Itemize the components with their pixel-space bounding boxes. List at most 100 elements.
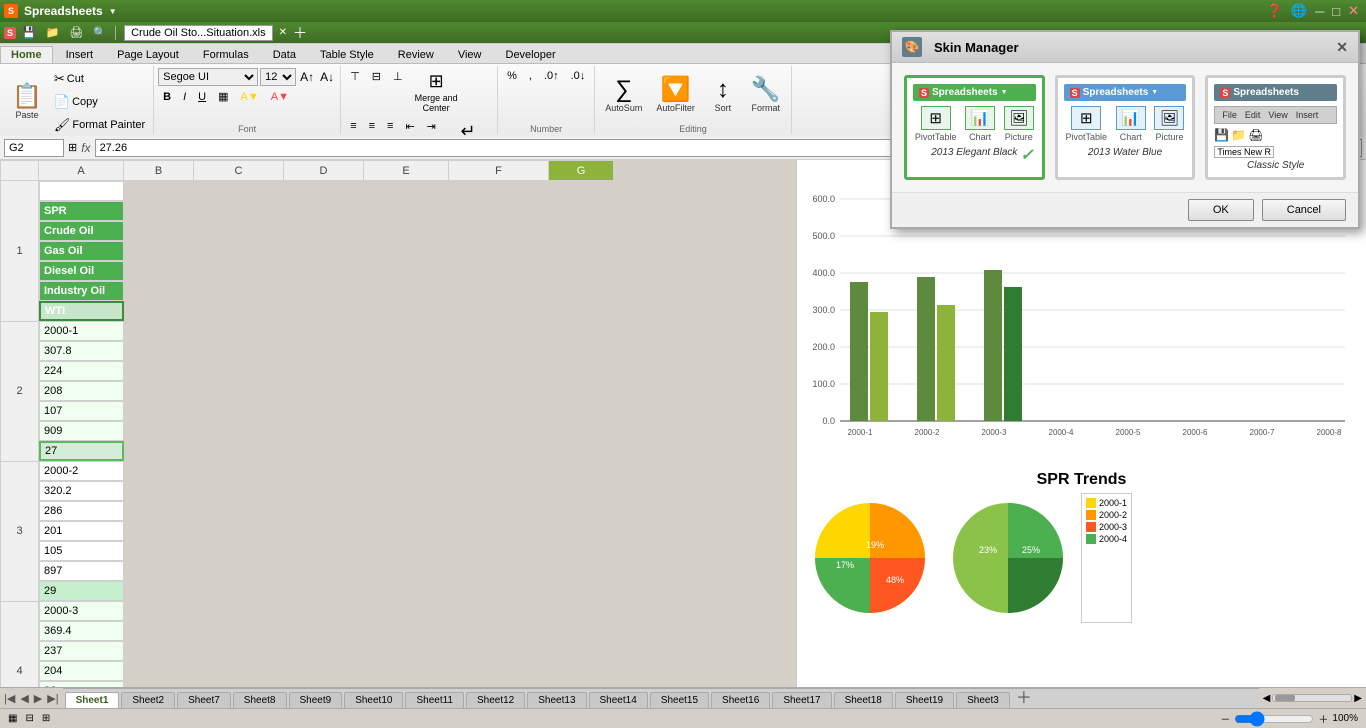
border-button[interactable]: ▦ — [213, 88, 233, 105]
tab-nav-next[interactable]: ▶ — [32, 692, 44, 705]
font-shrink-btn[interactable]: A↓ — [318, 69, 336, 85]
sheet-tab-11[interactable]: Sheet11 — [405, 692, 464, 708]
font-size-select[interactable]: 12 — [260, 68, 296, 86]
cell-4-2[interactable]: 237 — [39, 641, 124, 661]
format-painter-button[interactable]: 🖌 Format Painter — [50, 114, 149, 136]
tab-developer[interactable]: Developer — [495, 46, 567, 63]
cell-3-4[interactable]: 105 — [39, 541, 124, 561]
ok-button[interactable]: OK — [1188, 199, 1254, 221]
cell-4-1[interactable]: 369.4 — [39, 621, 124, 641]
sheet-tab-15[interactable]: Sheet15 — [650, 692, 709, 708]
tab-page-layout[interactable]: Page Layout — [106, 46, 190, 63]
cell-2-4[interactable]: 107 — [39, 401, 124, 421]
tab-insert[interactable]: Insert — [55, 46, 105, 63]
sheet-tab-18[interactable]: Sheet18 — [834, 692, 893, 708]
sheet-tab-14[interactable]: Sheet14 — [589, 692, 648, 708]
fill-color-button[interactable]: A▼ — [236, 89, 264, 105]
cell-2-6[interactable]: 27 — [39, 441, 124, 461]
skin-card-classic[interactable]: S Spreadsheets File Edit View Insert 💾 📁… — [1205, 75, 1346, 180]
view-layout-btn[interactable]: ⊞ — [42, 713, 50, 724]
tab-formulas[interactable]: Formulas — [192, 46, 260, 63]
sheet-tab-17[interactable]: Sheet17 — [772, 692, 831, 708]
add-sheet-btn[interactable]: ＋ — [1012, 688, 1036, 708]
skin-manager-close-icon[interactable]: ✕ — [1336, 39, 1348, 56]
cell-3-3[interactable]: 201 — [39, 521, 124, 541]
bold-button[interactable]: B — [158, 89, 176, 105]
cut-button[interactable]: ✂ Cut — [50, 68, 149, 90]
network-icon[interactable]: 🌐 — [1288, 3, 1310, 19]
autosum-button[interactable]: ∑ AutoSum — [599, 74, 648, 117]
col-header-f[interactable]: F — [449, 161, 549, 181]
decrease-decimal-btn[interactable]: .0↓ — [566, 68, 591, 84]
tab-view[interactable]: View — [447, 46, 493, 63]
new-tab-btn[interactable]: ＋ — [293, 23, 307, 43]
font-grow-btn[interactable]: A↑ — [298, 69, 316, 85]
tab-nav-last[interactable]: ▶| — [45, 692, 60, 705]
merge-center-button[interactable]: ⊞ Merge andCenter — [410, 68, 463, 116]
file-tab-close[interactable]: ✕ — [279, 27, 287, 38]
cell-g1[interactable]: WTI — [39, 301, 124, 321]
format-button[interactable]: 🔧 Format — [745, 74, 787, 117]
col-header-a[interactable]: A — [39, 161, 124, 181]
cell-c1[interactable]: Crude Oil — [39, 221, 124, 241]
close-button[interactable]: ✕ — [1345, 3, 1362, 19]
expand-formula-icon[interactable]: ⊞ — [68, 141, 77, 154]
cell-3-0[interactable]: 2000-2 — [39, 461, 124, 481]
tab-nav-prev[interactable]: ◀ — [18, 692, 30, 705]
cell-4-0[interactable]: 2000-3 — [39, 601, 124, 621]
scroll-left-btn[interactable]: ◀ — [1263, 693, 1271, 704]
sheet-tab-7[interactable]: Sheet7 — [177, 692, 231, 708]
scroll-right-btn[interactable]: ▶ — [1354, 693, 1362, 704]
tab-table-style[interactable]: Table Style — [309, 46, 385, 63]
align-middle-btn[interactable]: ⊟ — [367, 68, 386, 116]
help-icon[interactable]: ❓ — [1264, 3, 1286, 19]
sheet-tab-8[interactable]: Sheet8 — [233, 692, 287, 708]
cell-b1[interactable]: SPR — [39, 201, 124, 221]
view-page-btn[interactable]: ⊟ — [25, 713, 33, 724]
underline-button[interactable]: U — [193, 89, 211, 105]
font-name-select[interactable]: Segoe UI — [158, 68, 258, 86]
col-header-e[interactable]: E — [364, 161, 449, 181]
cell-2-3[interactable]: 208 — [39, 381, 124, 401]
sheet-tab-19[interactable]: Sheet19 — [895, 692, 954, 708]
maximize-button[interactable]: □ — [1329, 4, 1343, 19]
cell-a1[interactable] — [39, 181, 124, 201]
col-header-d[interactable]: D — [284, 161, 364, 181]
align-top-btn[interactable]: ⊤ — [345, 68, 365, 116]
cell-e1[interactable]: Diesel Oil — [39, 261, 124, 281]
zoom-in-btn[interactable]: ＋ — [1318, 711, 1328, 726]
tab-data[interactable]: Data — [262, 46, 307, 63]
cell-reference-box[interactable] — [4, 139, 64, 157]
sheet-tab-12[interactable]: Sheet12 — [466, 692, 525, 708]
sheet-tab-10[interactable]: Sheet10 — [344, 692, 403, 708]
tab-home[interactable]: Home — [0, 46, 53, 63]
tab-nav-first[interactable]: |◀ — [2, 692, 17, 705]
align-bottom-btn[interactable]: ⊥ — [388, 68, 408, 116]
minimize-button[interactable]: ─ — [1312, 4, 1327, 19]
print-btn[interactable]: 🖨 — [65, 24, 87, 41]
preview-btn[interactable]: 🔍 — [89, 24, 111, 41]
cell-2-5[interactable]: 909 — [39, 421, 124, 441]
percent-btn[interactable]: % — [502, 68, 522, 84]
cell-4-3[interactable]: 204 — [39, 661, 124, 681]
sheet-tab-2[interactable]: Sheet2 — [121, 692, 175, 708]
view-normal-btn[interactable]: ▦ — [8, 713, 17, 724]
cell-2-0[interactable]: 2000-1 — [39, 321, 124, 341]
cell-3-5[interactable]: 897 — [39, 561, 124, 581]
scroll-bar[interactable] — [1272, 694, 1352, 702]
sort-button[interactable]: ↕ Sort — [703, 74, 743, 117]
paste-button[interactable]: 📋 Paste — [6, 81, 48, 124]
col-header-g[interactable]: G — [549, 161, 614, 181]
autofilter-button[interactable]: 🔽 AutoFilter — [650, 74, 701, 117]
sheet-tab-9[interactable]: Sheet9 — [289, 692, 343, 708]
comma-btn[interactable]: , — [524, 68, 537, 84]
sheet-tab-1[interactable]: Sheet1 — [65, 692, 120, 708]
italic-button[interactable]: I — [178, 89, 191, 105]
sheet-tab-13[interactable]: Sheet13 — [527, 692, 586, 708]
sheet-tab-3[interactable]: Sheet3 — [956, 692, 1010, 708]
zoom-out-btn[interactable]: － — [1220, 711, 1230, 726]
font-color-button[interactable]: A▼ — [266, 89, 294, 105]
cell-3-6[interactable]: 29 — [39, 581, 124, 601]
file-tab-filename[interactable]: Crude Oil Sto...Situation.xls — [124, 25, 273, 41]
cell-2-2[interactable]: 224 — [39, 361, 124, 381]
